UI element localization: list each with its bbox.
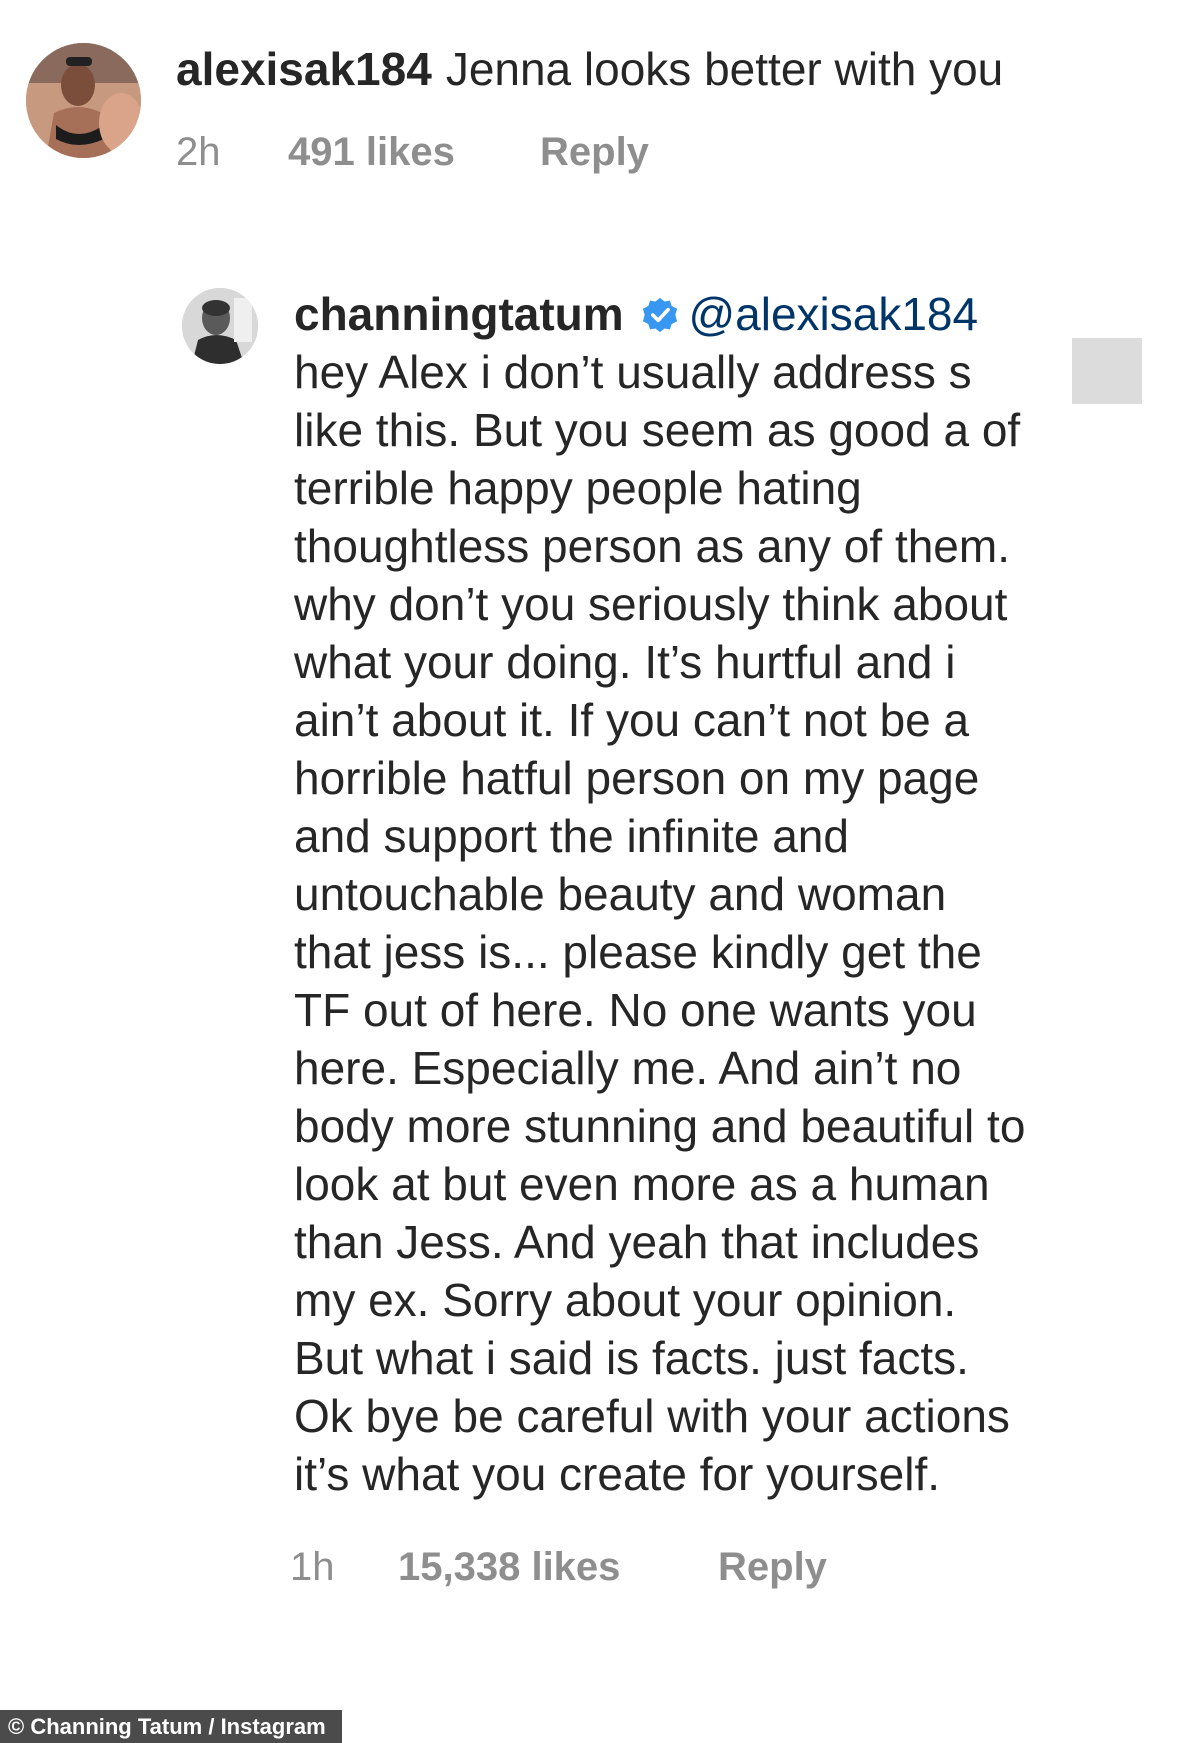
avatar-alexisak184[interactable] <box>26 43 141 158</box>
comment-text-line: why don’t you seriously think about <box>294 578 1008 630</box>
comment-text-line: Ok bye be careful with your actions <box>294 1390 1010 1442</box>
comment-header: channingtatum @alexisak184 <box>294 285 978 343</box>
avatar-channingtatum[interactable] <box>182 288 258 364</box>
redaction-box <box>1072 338 1142 404</box>
comment-text-line: terrible happy people hating <box>294 462 862 514</box>
comment-text-line: body more stunning and beautiful to <box>294 1100 1026 1152</box>
username-link[interactable]: channingtatum <box>294 288 624 340</box>
comment-text-line: But what i said is facts. just facts. <box>294 1332 969 1384</box>
likes-count[interactable]: 491 likes <box>288 130 540 175</box>
username-link[interactable]: alexisak184 <box>176 43 432 95</box>
comment-text-line: my ex. Sorry about your opinion. <box>294 1274 957 1326</box>
comment-text-line: hey Alex i don’t usually address s <box>294 346 972 398</box>
timestamp[interactable]: 1h <box>290 1545 398 1590</box>
photo-credit: © Channing Tatum / Instagram <box>0 1710 342 1743</box>
comment-text-line: it’s what you create for yourself. <box>294 1448 940 1500</box>
comment-text-line: horrible hatful person on my page <box>294 752 980 804</box>
comment-text-line: and support the infinite and <box>294 810 849 862</box>
comment-meta: 1h 15,338 likes Reply <box>290 1545 827 1590</box>
verified-badge-icon <box>643 297 678 333</box>
comment-text-line: than Jess. And yeah that includes <box>294 1216 980 1268</box>
comment-text-line: like this. But you seem as good a of <box>294 404 1021 456</box>
avatar-photo-icon <box>182 288 258 364</box>
comment-text-line: that jess is... please kindly get the <box>294 926 982 978</box>
comment-meta: 2h 491 likes Reply <box>176 130 649 175</box>
comment-text-line: thoughtless person as any of them. <box>294 520 1010 572</box>
comment-text-line: here. Especially me. And ain’t no <box>294 1042 962 1094</box>
timestamp[interactable]: 2h <box>176 130 288 175</box>
comment-text-line: what your doing. It’s hurtful and i <box>294 636 956 688</box>
comment-text: Jenna looks better with you <box>445 43 1004 95</box>
comment-text-line: look at but even more as a human <box>294 1158 990 1210</box>
likes-count[interactable]: 15,338 likes <box>398 1545 718 1590</box>
mention-link[interactable]: @alexisak184 <box>688 288 978 340</box>
comment-text-line: untouchable beauty and woman <box>294 868 947 920</box>
comment-text-line: TF out of here. No one wants you <box>294 984 977 1036</box>
avatar-photo-icon <box>26 43 141 158</box>
comment-body: hey Alex i don’t usually address s like … <box>294 343 1174 1503</box>
reply-button[interactable]: Reply <box>540 130 649 175</box>
comment-text-line: ain’t about it. If you can’t not be a <box>294 694 970 746</box>
reply-button[interactable]: Reply <box>718 1545 827 1590</box>
comment-line: alexisak184 Jenna looks better with you <box>176 40 1003 98</box>
